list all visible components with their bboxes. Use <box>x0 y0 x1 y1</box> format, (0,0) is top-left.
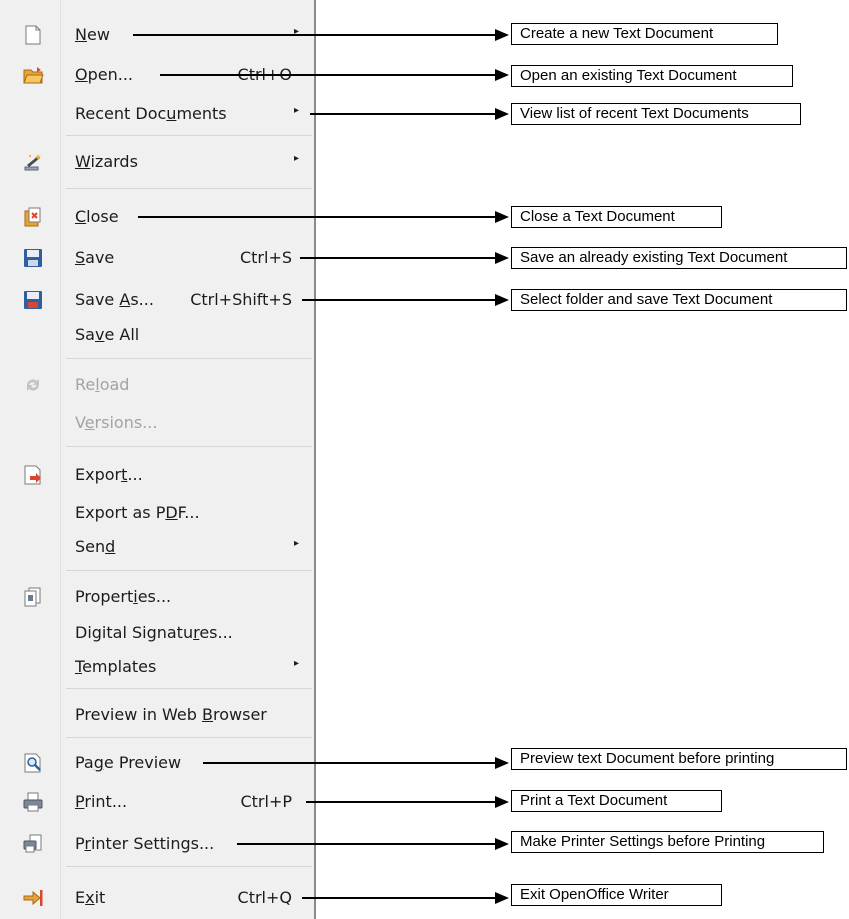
menu-item-exit[interactable]: Exit Ctrl+Q <box>0 881 314 915</box>
menu-item-recent-documents[interactable]: Recent Documents ▸ <box>0 97 314 131</box>
arrowhead-icon <box>495 892 509 904</box>
callout-arrow-line <box>133 34 495 36</box>
callout-label: Open an existing Text Document <box>511 65 793 87</box>
wizard-icon <box>22 151 44 173</box>
menu-item-label: Exit <box>75 888 106 907</box>
arrowhead-icon <box>495 211 509 223</box>
menu-item-save[interactable]: Save Ctrl+S <box>0 241 314 275</box>
callout-label: Create a new Text Document <box>511 23 778 45</box>
menu-separator <box>66 688 312 689</box>
menu-item-send[interactable]: Send ▸ <box>0 530 314 564</box>
arrowhead-icon <box>495 252 509 264</box>
callout-label: Exit OpenOffice Writer <box>511 884 722 906</box>
menu-item-templates[interactable]: Templates ▸ <box>0 650 314 684</box>
callout-arrow-line <box>302 897 495 899</box>
callout-label: Save an already existing Text Document <box>511 247 847 269</box>
menu-separator <box>66 737 312 738</box>
menu-separator <box>66 866 312 867</box>
menu-separator <box>66 446 312 447</box>
menu-item-label: Close <box>75 207 119 226</box>
menu-item-label: Printer Settings... <box>75 834 215 853</box>
menu-item-label: Print... <box>75 792 128 811</box>
menu-item-shortcut: Ctrl+Shift+S <box>190 290 292 309</box>
menu-item-shortcut: Ctrl+P <box>240 792 292 811</box>
menu-item-label: Digital Signatures... <box>75 623 233 642</box>
callout-arrow-line <box>302 299 495 301</box>
menu-item-label: Export as PDF... <box>75 503 200 522</box>
menu-item-label: Wizards <box>75 152 138 171</box>
close-document-icon <box>22 206 44 228</box>
menu-separator <box>66 570 312 571</box>
menu-item-reload: Reload <box>0 368 314 402</box>
menu-item-label: Preview in Web Browser <box>75 705 267 724</box>
open-folder-icon <box>22 64 44 86</box>
exit-icon <box>22 887 44 909</box>
callout-label: Make Printer Settings before Printing <box>511 831 824 853</box>
submenu-arrow-icon: ▸ <box>294 538 300 549</box>
reload-icon <box>22 374 44 396</box>
menu-item-label: Recent Documents <box>75 104 227 123</box>
submenu-arrow-icon: ▸ <box>294 105 300 116</box>
menu-item-shortcut: Ctrl+Q <box>237 888 292 907</box>
export-icon <box>22 464 44 486</box>
callout-label: View list of recent Text Documents <box>511 103 801 125</box>
callout-arrow-line <box>300 257 495 259</box>
menu-item-export-as-pdf[interactable]: Export as PDF... <box>0 496 314 530</box>
menu-item-versions: Versions... <box>0 406 314 440</box>
arrowhead-icon <box>495 796 509 808</box>
file-menu: New ▸ Open... Ctrl+O Recent Documents ▸ Wizard… <box>0 0 316 919</box>
menu-item-print[interactable]: Print... Ctrl+P <box>0 785 314 819</box>
menu-item-properties[interactable]: Properties... <box>0 580 314 614</box>
menu-item-preview-in-web-browser[interactable]: Preview in Web Browser <box>0 698 314 732</box>
menu-item-label: Page Preview <box>75 753 182 772</box>
arrowhead-icon <box>495 838 509 850</box>
print-icon <box>22 791 44 813</box>
callout-arrow-line <box>310 113 495 115</box>
menu-item-label: New <box>75 25 110 44</box>
arrowhead-icon <box>495 69 509 81</box>
menu-separator <box>66 135 312 136</box>
arrowhead-icon <box>495 108 509 120</box>
menu-item-wizards[interactable]: Wizards ▸ <box>0 145 314 179</box>
callout-label: Select folder and save Text Document <box>511 289 847 311</box>
save-as-icon <box>22 289 44 311</box>
menu-separator <box>66 188 312 189</box>
submenu-arrow-icon: ▸ <box>294 658 300 669</box>
menu-item-label: Templates <box>75 657 157 676</box>
callout-arrow-line <box>237 843 495 845</box>
callout-arrow-line <box>160 74 495 76</box>
arrowhead-icon <box>495 757 509 769</box>
callout-arrow-line <box>138 216 495 218</box>
menu-item-save-all[interactable]: Save All <box>0 318 314 352</box>
menu-item-shortcut: Ctrl+S <box>239 248 292 267</box>
menu-item-label: Properties... <box>75 587 172 606</box>
menu-item-label: Save <box>75 248 115 267</box>
new-document-icon <box>22 24 44 46</box>
callout-arrow-line <box>306 801 495 803</box>
menu-item-digital-signatures[interactable]: Digital Signatures... <box>0 616 314 650</box>
menu-item-label: Save As... <box>75 290 154 309</box>
properties-icon <box>22 586 44 608</box>
arrowhead-icon <box>495 29 509 41</box>
menu-item-label: Open... <box>75 65 133 84</box>
callout-label: Preview text Document before printing <box>511 748 847 770</box>
menu-separator <box>66 358 312 359</box>
menu-item-export[interactable]: Export... <box>0 458 314 492</box>
callout-label: Print a Text Document <box>511 790 722 812</box>
submenu-arrow-icon: ▸ <box>294 153 300 164</box>
menu-item-label: Save All <box>75 325 140 344</box>
page-preview-icon <box>22 752 44 774</box>
arrowhead-icon <box>495 294 509 306</box>
save-icon <box>22 247 44 269</box>
menu-item-label: Send <box>75 537 116 556</box>
menu-item-save-as[interactable]: Save As... Ctrl+Shift+S <box>0 283 314 317</box>
printer-settings-icon <box>22 833 44 855</box>
callout-arrow-line <box>203 762 495 764</box>
menu-item-label: Export... <box>75 465 143 484</box>
callout-label: Close a Text Document <box>511 206 722 228</box>
menu-item-label: Versions... <box>75 413 158 432</box>
menu-item-label: Reload <box>75 375 130 394</box>
